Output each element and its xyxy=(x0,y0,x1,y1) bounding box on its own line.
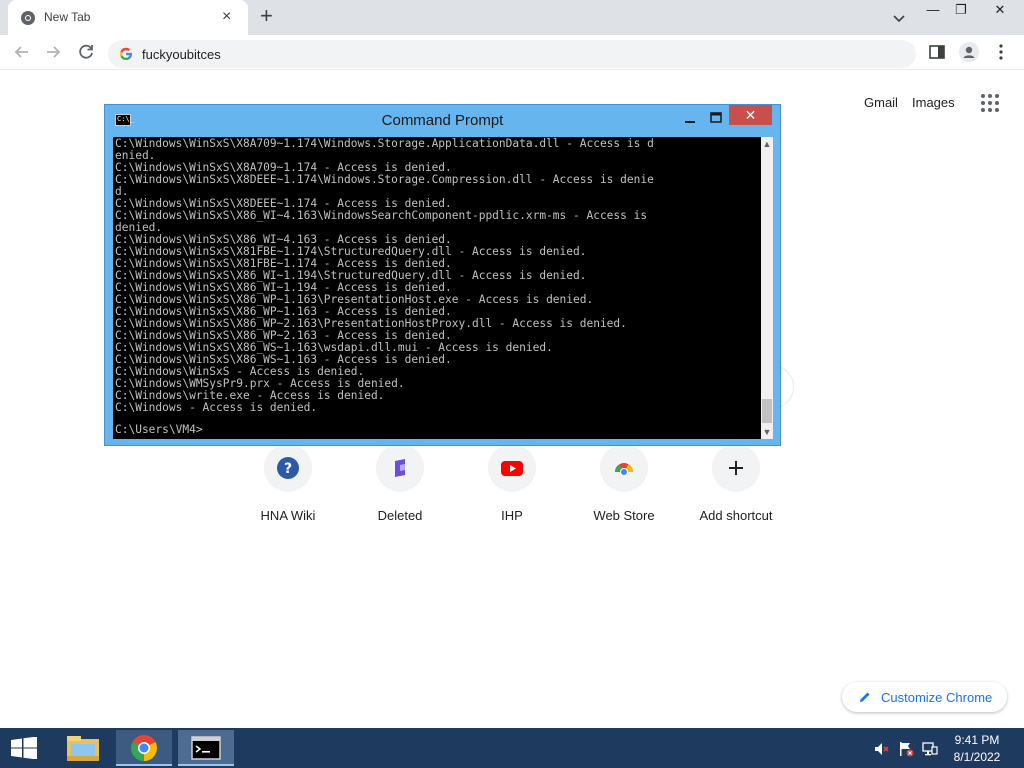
kebab-menu-icon[interactable] xyxy=(996,43,1006,61)
window-restore-button[interactable]: ❐ xyxy=(944,0,978,20)
console-line: enied. xyxy=(115,150,156,162)
gmail-link[interactable]: Gmail xyxy=(864,95,898,110)
deleted-site-icon xyxy=(395,459,405,477)
youtube-icon xyxy=(501,461,523,476)
side-panel-icon[interactable] xyxy=(928,43,946,61)
console-line: C:\Windows\WinSxS\X86_WP~2.163\Presentat… xyxy=(115,318,627,330)
customize-chrome-label: Customize Chrome xyxy=(881,690,993,705)
cmd-minimize-button[interactable] xyxy=(679,109,701,127)
tab-title: New Tab xyxy=(44,10,91,24)
add-shortcut-button[interactable]: Add shortcut xyxy=(680,442,792,532)
window-close-button[interactable]: ✕ xyxy=(983,0,1017,20)
shortcut-tile: ? xyxy=(264,444,312,492)
console-line: C:\Windows\WinSxS\X86_WP~1.163 - Access … xyxy=(115,306,452,318)
clock-date[interactable]: 8/1/2022 xyxy=(946,750,1008,764)
cmd-console-output[interactable]: C:\Windows\WinSxS\X8A709~1.174\Windows.S… xyxy=(113,137,761,439)
cmd-title-bar[interactable]: C:\_ Command Prompt ✕ xyxy=(105,105,780,135)
shortcut-tile xyxy=(600,444,648,492)
shortcut-label: Add shortcut xyxy=(699,508,773,523)
google-g-icon xyxy=(119,47,132,60)
console-line: C:\Windows\WinSxS\X8A709~1.174 - Access … xyxy=(115,162,452,174)
google-apps-grid-icon[interactable] xyxy=(980,93,1000,113)
console-line: C:\Windows\WinSxS\X86_WP~1.163\Presentat… xyxy=(115,294,594,306)
shortcut-label: IHP xyxy=(501,508,523,523)
console-line: C:\Windows\WinSxS - Access is denied. xyxy=(115,366,365,378)
console-line: C:\Windows\WinSxS\X86_WP~2.163 - Access … xyxy=(115,330,452,342)
shortcut-tile xyxy=(376,444,424,492)
address-bar-text[interactable]: fuckyoubitces xyxy=(142,47,221,62)
windows-start-icon[interactable] xyxy=(10,737,38,759)
images-link[interactable]: Images xyxy=(912,95,955,110)
console-line: C:\Windows\WinSxS\X86_WI~1.194\Structure… xyxy=(115,270,587,282)
file-explorer-icon[interactable] xyxy=(58,730,108,766)
chrome-icon xyxy=(131,735,157,761)
action-center-flag-icon[interactable] xyxy=(898,741,914,757)
console-line: C:\Windows\WinSxS\X81FBE~1.174\Structure… xyxy=(115,246,587,258)
console-line: C:\Windows\WinSxS\X8A709~1.174\Windows.S… xyxy=(115,138,654,150)
console-lines: C:\Windows\WinSxS\X8A709~1.174\Windows.S… xyxy=(115,138,759,414)
scroll-up-arrow-icon[interactable]: ▲ xyxy=(761,137,773,151)
cmd-close-button[interactable]: ✕ xyxy=(729,105,772,125)
console-line: C:\Windows - Access is denied. xyxy=(115,402,318,414)
customize-chrome-button[interactable]: Customize Chrome xyxy=(842,682,1007,712)
console-line: C:\Windows\WinSxS\X86_WI~4.163\WindowsSe… xyxy=(115,210,648,222)
console-prompt[interactable]: C:\Users\VM4> xyxy=(115,424,203,436)
shortcut-label: Web Store xyxy=(593,508,655,523)
shortcut-tile xyxy=(712,444,760,492)
forward-arrow-icon[interactable] xyxy=(42,41,64,63)
console-line: C:\Windows\WinSxS\X8DEEE~1.174\Windows.S… xyxy=(115,174,654,186)
clock-time[interactable]: 9:41 PM xyxy=(946,733,1008,747)
shortcut-web-store[interactable]: Web Store xyxy=(568,442,680,532)
chrome-icon xyxy=(21,11,35,25)
shortcut-deleted[interactable]: Deleted xyxy=(344,442,456,532)
scroll-thumb[interactable] xyxy=(762,399,772,423)
console-line: C:\Windows\WinSxS\X86_WS~1.163 - Access … xyxy=(115,354,452,366)
tab-new-tab[interactable]: New Tab × xyxy=(8,0,248,35)
cmd-scrollbar[interactable]: ▲ ▼ xyxy=(761,137,773,439)
scroll-down-arrow-icon[interactable]: ▼ xyxy=(761,425,773,439)
console-line: C:\Windows\WinSxS\X86_WS~1.163\wsdapi.dl… xyxy=(115,342,553,354)
console-line: C:\Windows\WinSxS\X8DEEE~1.174 - Access … xyxy=(115,198,452,210)
console-line: d. xyxy=(115,186,129,198)
command-prompt-window[interactable]: C:\_ Command Prompt ✕ C:\Windows\WinSxS\… xyxy=(104,104,781,446)
svg-text:?: ? xyxy=(284,461,292,477)
shortcut-hna-wiki[interactable]: ? HNA Wiki xyxy=(232,442,344,532)
new-tab-button[interactable]: + xyxy=(260,5,273,27)
windows-taskbar: 9:41 PM 8/1/2022 xyxy=(0,728,1024,768)
help-circle-icon: ? xyxy=(277,457,299,479)
taskbar-command-prompt-button[interactable] xyxy=(178,730,234,766)
console-line: C:\Windows\WinSxS\X86_WI~1.194 - Access … xyxy=(115,282,452,294)
shortcut-label: HNA Wiki xyxy=(260,508,316,523)
address-bar[interactable]: fuckyoubitces xyxy=(108,40,916,68)
tab-strip: New Tab × + — ❐ ✕ xyxy=(0,0,1024,35)
console-line: C:\Windows\WMSysPr9.prx - Access is deni… xyxy=(115,378,405,390)
console-line: denied. xyxy=(115,222,163,234)
pencil-icon xyxy=(860,692,870,702)
taskbar-chrome-button[interactable] xyxy=(116,730,172,766)
console-line: C:\Windows\WinSxS\X81FBE~1.174 - Access … xyxy=(115,258,452,270)
volume-muted-icon[interactable] xyxy=(873,741,889,757)
back-arrow-icon[interactable] xyxy=(11,41,33,63)
tab-close-icon[interactable]: × xyxy=(222,9,231,25)
console-line: C:\Windows\write.exe - Access is denied. xyxy=(115,390,385,402)
network-icon[interactable] xyxy=(922,741,938,757)
cmd-maximize-button[interactable] xyxy=(705,109,727,127)
profile-avatar-icon[interactable] xyxy=(958,41,980,63)
console-line: C:\Windows\WinSxS\X86_WI~4.163 - Access … xyxy=(115,234,452,246)
shortcut-ihp[interactable]: IHP xyxy=(456,442,568,532)
shortcut-tile xyxy=(488,444,536,492)
shortcuts-grid: ? HNA Wiki Deleted IHP Web Store Add sho… xyxy=(232,442,792,532)
tab-search-chevron-icon[interactable] xyxy=(890,9,908,27)
command-prompt-icon xyxy=(191,736,221,760)
shortcut-label: Deleted xyxy=(377,508,423,523)
plus-icon xyxy=(729,461,743,475)
web-store-icon xyxy=(615,463,633,476)
browser-toolbar: fuckyoubitces xyxy=(0,35,1024,70)
reload-icon[interactable] xyxy=(75,41,97,63)
